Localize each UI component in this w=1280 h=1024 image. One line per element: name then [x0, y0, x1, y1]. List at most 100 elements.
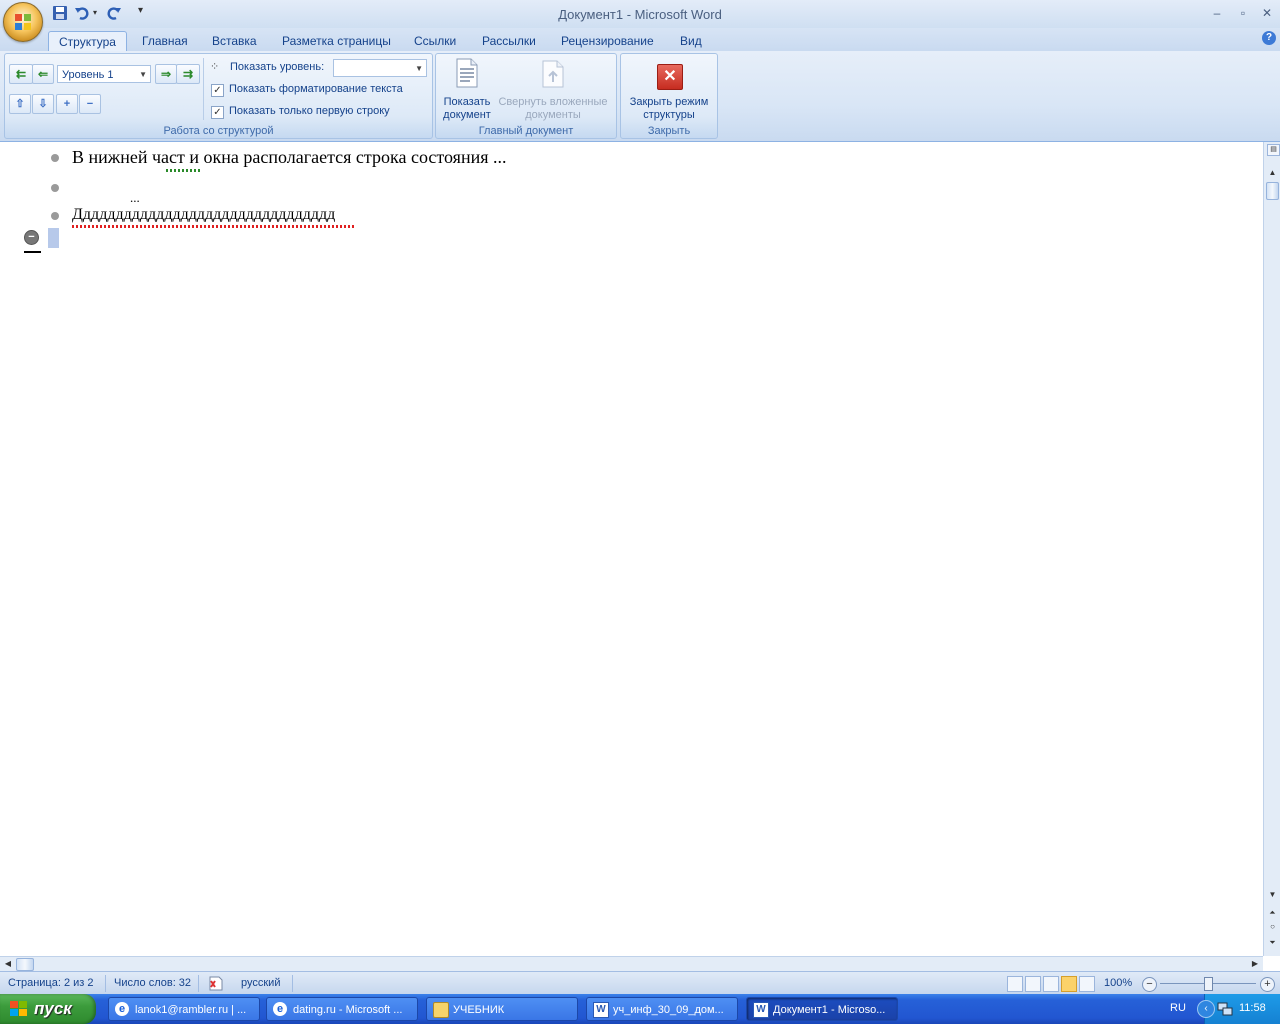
- collapse-subdocuments-button[interactable]: Свернуть вложенные документы: [494, 56, 612, 121]
- taskbar-item-browser-mail[interactable]: e lanok1@rambler.ru | ...: [108, 997, 260, 1021]
- collapse-heading-icon[interactable]: −: [24, 230, 39, 245]
- outline-line-1[interactable]: В нижней част и окна располагается строк…: [72, 147, 507, 168]
- vertical-scroll-thumb[interactable]: [1266, 182, 1279, 200]
- language-indicator[interactable]: русский: [241, 977, 280, 989]
- horizontal-scrollbar[interactable]: ◀ ▶: [0, 956, 1263, 972]
- proofing-icon[interactable]: [207, 975, 225, 992]
- clock: 11:58: [1239, 1002, 1266, 1014]
- outline-bullet[interactable]: [51, 184, 59, 192]
- tab-view[interactable]: Вид: [670, 31, 712, 51]
- spelling-underline: [72, 225, 356, 228]
- show-formatting-checkbox[interactable]: ✓: [211, 84, 224, 97]
- task-label: уч_инф_30_09_дом...: [613, 1004, 724, 1016]
- collapse-button[interactable]: −: [79, 94, 101, 114]
- select-browse-object-icon[interactable]: ○: [1264, 922, 1280, 931]
- vertical-scrollbar[interactable]: ▤ ▲ ▼ ⏶ ○ ⏷: [1263, 142, 1280, 956]
- start-label: пуск: [34, 999, 72, 1018]
- text-cursor-selection[interactable]: [48, 228, 59, 248]
- print-layout-view-icon[interactable]: [1007, 976, 1023, 992]
- word-document-icon: W: [593, 1002, 609, 1018]
- horizontal-scroll-thumb[interactable]: [16, 958, 34, 971]
- taskbar-item-word-active[interactable]: W Документ1 - Microso...: [746, 997, 898, 1021]
- tab-page-layout[interactable]: Разметка страницы: [272, 31, 401, 51]
- scroll-up-icon[interactable]: ▲: [1264, 168, 1280, 177]
- zoom-in-icon[interactable]: +: [1260, 977, 1275, 992]
- outline-view-icon[interactable]: [1061, 976, 1077, 992]
- full-screen-reading-view-icon[interactable]: [1025, 976, 1041, 992]
- task-label: lanok1@rambler.ru | ...: [135, 1004, 247, 1016]
- outline-line-3[interactable]: Дддддддддддддддддддддддддддддддд: [72, 206, 335, 224]
- demote-button[interactable]: ⇒: [155, 64, 177, 84]
- page-count[interactable]: Страница: 2 из 2: [8, 977, 94, 989]
- internet-explorer-icon: e: [273, 1002, 287, 1016]
- network-icon[interactable]: [1217, 1001, 1233, 1017]
- tab-mailings[interactable]: Рассылки: [472, 31, 546, 51]
- close-group-label: Закрыть: [647, 125, 691, 137]
- taskbar-item-folder[interactable]: УЧЕБНИК: [426, 997, 578, 1021]
- internet-explorer-icon: e: [115, 1002, 129, 1016]
- previous-page-icon[interactable]: ⏶: [1264, 908, 1280, 918]
- close-icon: ✕: [657, 64, 683, 90]
- scroll-right-icon[interactable]: ▶: [1250, 959, 1260, 968]
- tab-outline[interactable]: Структура: [48, 31, 127, 52]
- undo-icon[interactable]: [74, 5, 90, 21]
- outline-level-value: Уровень 1: [62, 69, 114, 81]
- zoom-level[interactable]: 100%: [1104, 977, 1132, 989]
- promote-button[interactable]: ⇐: [32, 64, 54, 84]
- show-level-select[interactable]: ▼: [333, 59, 427, 77]
- word-count[interactable]: Число слов: 32: [114, 977, 191, 989]
- outline-level-select[interactable]: Уровень 1 ▼: [57, 65, 151, 83]
- undo-dropdown-icon[interactable]: ▾: [93, 8, 97, 17]
- show-hidden-icons-icon[interactable]: ‹: [1197, 1000, 1215, 1018]
- document-icon: [456, 58, 478, 88]
- show-document-button[interactable]: Показать документ: [440, 56, 492, 121]
- outline-bullet[interactable]: [51, 212, 59, 220]
- redo-icon[interactable]: [106, 5, 122, 21]
- first-line-only-checkbox[interactable]: ✓: [211, 106, 224, 119]
- tab-insert[interactable]: Вставка: [202, 31, 267, 51]
- restore-icon[interactable]: ▫: [1232, 4, 1254, 22]
- close-window-icon[interactable]: ✕: [1256, 4, 1278, 22]
- close-group: ✕ Закрыть режим структуры Закрыть: [620, 53, 718, 139]
- taskbar-item-word-doc[interactable]: W уч_инф_30_09_дом...: [586, 997, 738, 1021]
- zoom-slider-thumb[interactable]: [1204, 977, 1213, 991]
- zoom-out-icon[interactable]: −: [1142, 977, 1157, 992]
- close-outline-view-button[interactable]: ✕ Закрыть режим структуры: [623, 56, 715, 121]
- help-icon[interactable]: ?: [1262, 31, 1276, 45]
- close-outline-label: Закрыть режим структуры: [629, 96, 709, 121]
- taskbar: пуск e lanok1@rambler.ru | ... e dating.…: [0, 994, 1280, 1024]
- task-label: dating.ru - Microsoft ...: [293, 1004, 403, 1016]
- demote-to-body-button[interactable]: ⇉: [176, 64, 200, 84]
- ribbon-tabs: Структура Главная Вставка Разметка стран…: [0, 28, 1280, 52]
- outline-line-2[interactable]: ...: [130, 190, 140, 206]
- status-divider: [292, 975, 293, 992]
- expand-button[interactable]: +: [56, 94, 78, 114]
- tab-references[interactable]: Ссылки: [404, 31, 466, 51]
- document-area[interactable]: В нижней част и окна располагается строк…: [0, 142, 1263, 956]
- start-button[interactable]: пуск: [0, 994, 96, 1024]
- taskbar-item-browser-dating[interactable]: e dating.ru - Microsoft ...: [266, 997, 418, 1021]
- title-bar: Документ1 - Microsoft Word ▾ ▾ – ▫ ✕: [0, 0, 1280, 28]
- customize-qat-icon[interactable]: ▾: [138, 5, 143, 16]
- scroll-down-icon[interactable]: ▼: [1264, 890, 1280, 899]
- outline-bullet[interactable]: [51, 154, 59, 162]
- move-down-button[interactable]: ⇩: [32, 94, 54, 114]
- chevron-down-icon: ▼: [415, 64, 423, 73]
- promote-to-heading1-button[interactable]: ⇇: [9, 64, 33, 84]
- office-button[interactable]: [3, 2, 43, 42]
- save-icon[interactable]: [52, 5, 68, 21]
- scroll-left-icon[interactable]: ◀: [3, 959, 13, 968]
- minimize-icon[interactable]: –: [1206, 4, 1228, 22]
- web-layout-view-icon[interactable]: [1043, 976, 1059, 992]
- body-text-marker: [24, 251, 41, 253]
- tab-review[interactable]: Рецензирование: [551, 31, 664, 51]
- next-page-icon[interactable]: ⏷: [1264, 938, 1280, 948]
- move-up-button[interactable]: ⇧: [9, 94, 31, 114]
- grammar-underline: [166, 169, 202, 172]
- window-title: Документ1 - Microsoft Word: [558, 7, 722, 22]
- draft-view-icon[interactable]: [1079, 976, 1095, 992]
- input-language[interactable]: RU: [1170, 1002, 1186, 1014]
- ruler-toggle-icon[interactable]: ▤: [1267, 144, 1280, 156]
- tab-home[interactable]: Главная: [132, 31, 198, 51]
- task-label: Документ1 - Microso...: [773, 1004, 886, 1016]
